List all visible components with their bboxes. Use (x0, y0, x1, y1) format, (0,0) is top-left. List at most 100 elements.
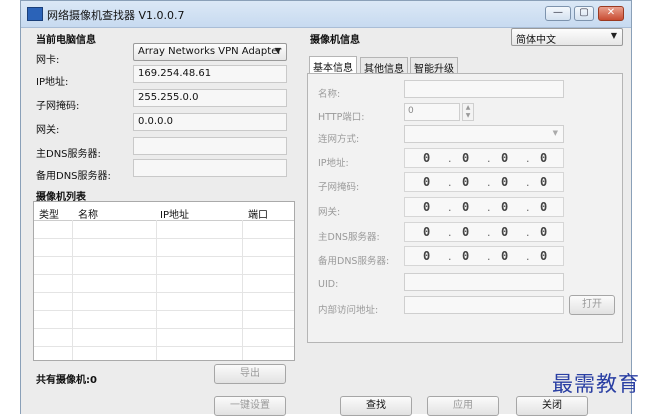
uid-field[interactable] (404, 273, 564, 291)
ip-octet: 0 (501, 225, 509, 239)
row-divider (34, 328, 294, 329)
language-select[interactable]: 简体中文 ▼ (511, 28, 623, 46)
ip-field[interactable]: 169.254.48.61 (133, 65, 287, 83)
ip-octet: 0 (462, 249, 470, 263)
dns1-field[interactable] (133, 137, 287, 155)
chevron-down-icon: ▼ (274, 46, 281, 55)
ip-dot: . (487, 201, 491, 214)
ip-octet: 0 (462, 151, 470, 165)
ip-dot: . (526, 176, 530, 189)
cam-dns1-label: 主DNS服务器: (318, 232, 380, 243)
ip-dot: . (526, 152, 530, 165)
search-button[interactable]: 查找 (340, 396, 412, 416)
http-port-field[interactable]: 0 (404, 103, 460, 121)
dns2-field[interactable] (133, 159, 287, 177)
column-divider (72, 220, 73, 360)
column-ip[interactable]: IP地址 (160, 206, 189, 221)
column-port[interactable]: 端口 (248, 206, 268, 221)
column-divider (156, 220, 157, 360)
ip-octet: 0 (423, 200, 431, 214)
ip-octet: 0 (540, 225, 548, 239)
ip-octet: 0 (423, 151, 431, 165)
row-divider (34, 274, 294, 275)
ip-dot: . (526, 226, 530, 239)
ip-octet: 0 (501, 175, 509, 189)
nic-select-value: Array Networks VPN Adapter (138, 46, 282, 57)
ip-octet: 0 (540, 249, 548, 263)
open-button[interactable]: 打开 (569, 295, 615, 315)
tab-basic-info[interactable]: 基本信息 (309, 56, 357, 74)
close-window-button[interactable]: ✕ (598, 6, 624, 21)
cam-dns2-label: 备用DNS服务器: (318, 256, 390, 267)
ip-octet: 0 (540, 175, 548, 189)
gateway-field[interactable]: 0.0.0.0 (133, 113, 287, 131)
conn-type-label: 连网方式: (318, 134, 360, 145)
ip-octet: 0 (423, 225, 431, 239)
column-divider (242, 220, 243, 360)
minimize-button[interactable]: — (545, 6, 571, 21)
row-divider (34, 292, 294, 293)
close-button[interactable]: 关闭 (516, 396, 588, 416)
cam-mask-field[interactable]: 0. 0. 0. 0 (404, 172, 564, 192)
ip-dot: . (526, 201, 530, 214)
table-header: 类型 名称 IP地址 端口 (34, 202, 294, 221)
port-spinner[interactable]: ▲ ▼ (462, 103, 474, 121)
cam-gateway-field[interactable]: 0. 0. 0. 0 (404, 197, 564, 217)
ip-octet: 0 (501, 200, 509, 214)
http-port-label: HTTP端口: (318, 112, 365, 123)
cam-dns1-field[interactable]: 0. 0. 0. 0 (404, 222, 564, 242)
ip-dot: . (487, 250, 491, 263)
chevron-down-icon: ▼ (610, 31, 617, 40)
cam-name-field[interactable] (404, 80, 564, 98)
ip-dot: . (526, 250, 530, 263)
column-type[interactable]: 类型 (39, 206, 59, 221)
app-icon (27, 7, 43, 21)
apply-button[interactable]: 应用 (427, 396, 499, 416)
maximize-button[interactable]: ▢ (574, 6, 594, 21)
camera-list-table[interactable]: 类型 名称 IP地址 端口 (33, 201, 295, 361)
cam-name-label: 名称: (318, 89, 341, 100)
mask-label: 子网掩码: (36, 101, 80, 112)
ip-dot: . (487, 176, 491, 189)
cam-dns2-field[interactable]: 0. 0. 0. 0 (404, 246, 564, 266)
tab-other-info[interactable]: 其他信息 (360, 57, 408, 75)
cam-ip-field[interactable]: 0. 0. 0. 0 (404, 148, 564, 168)
dns1-label: 主DNS服务器: (36, 149, 101, 160)
nic-label: 网卡: (36, 55, 60, 66)
conn-type-select[interactable]: ▼ (404, 125, 564, 143)
language-select-value: 简体中文 (516, 35, 556, 46)
intranet-field[interactable] (404, 296, 564, 314)
ip-label: IP地址: (36, 77, 69, 88)
cam-mask-label: 子网掩码: (318, 182, 360, 193)
uid-label: UID: (318, 279, 339, 290)
row-divider (34, 256, 294, 257)
ip-octet: 0 (462, 200, 470, 214)
gateway-label: 网关: (36, 125, 60, 136)
tab-smart-upgrade[interactable]: 智能升级 (410, 57, 458, 75)
ip-dot: . (448, 152, 452, 165)
row-divider (34, 238, 294, 239)
oneclick-setup-button[interactable]: 一键设置 (214, 396, 286, 416)
ip-dot: . (487, 152, 491, 165)
window-title: 网络摄像机查找器 V1.0.0.7 (47, 9, 185, 22)
ip-dot: . (448, 201, 452, 214)
dns2-label: 备用DNS服务器: (36, 171, 111, 182)
ip-octet: 0 (501, 151, 509, 165)
ip-dot: . (448, 250, 452, 263)
ip-dot: . (448, 226, 452, 239)
cam-gateway-label: 网关: (318, 207, 341, 218)
column-name[interactable]: 名称 (78, 206, 98, 221)
cam-ip-label: IP地址: (318, 158, 349, 169)
nic-select[interactable]: Array Networks VPN Adapter ▼ (133, 43, 287, 61)
ip-octet: 0 (423, 175, 431, 189)
ip-dot: . (448, 176, 452, 189)
camera-count: 共有摄像机:0 (36, 375, 97, 386)
intranet-label: 内部访问地址: (318, 305, 379, 316)
title-bar[interactable]: 网络摄像机查找器 V1.0.0.7 — ▢ ✕ (21, 1, 631, 28)
export-button[interactable]: 导出 (214, 364, 286, 384)
row-divider (34, 346, 294, 347)
mask-field[interactable]: 255.255.0.0 (133, 89, 287, 107)
ip-octet: 0 (501, 249, 509, 263)
ip-octet: 0 (462, 225, 470, 239)
ip-dot: . (487, 226, 491, 239)
